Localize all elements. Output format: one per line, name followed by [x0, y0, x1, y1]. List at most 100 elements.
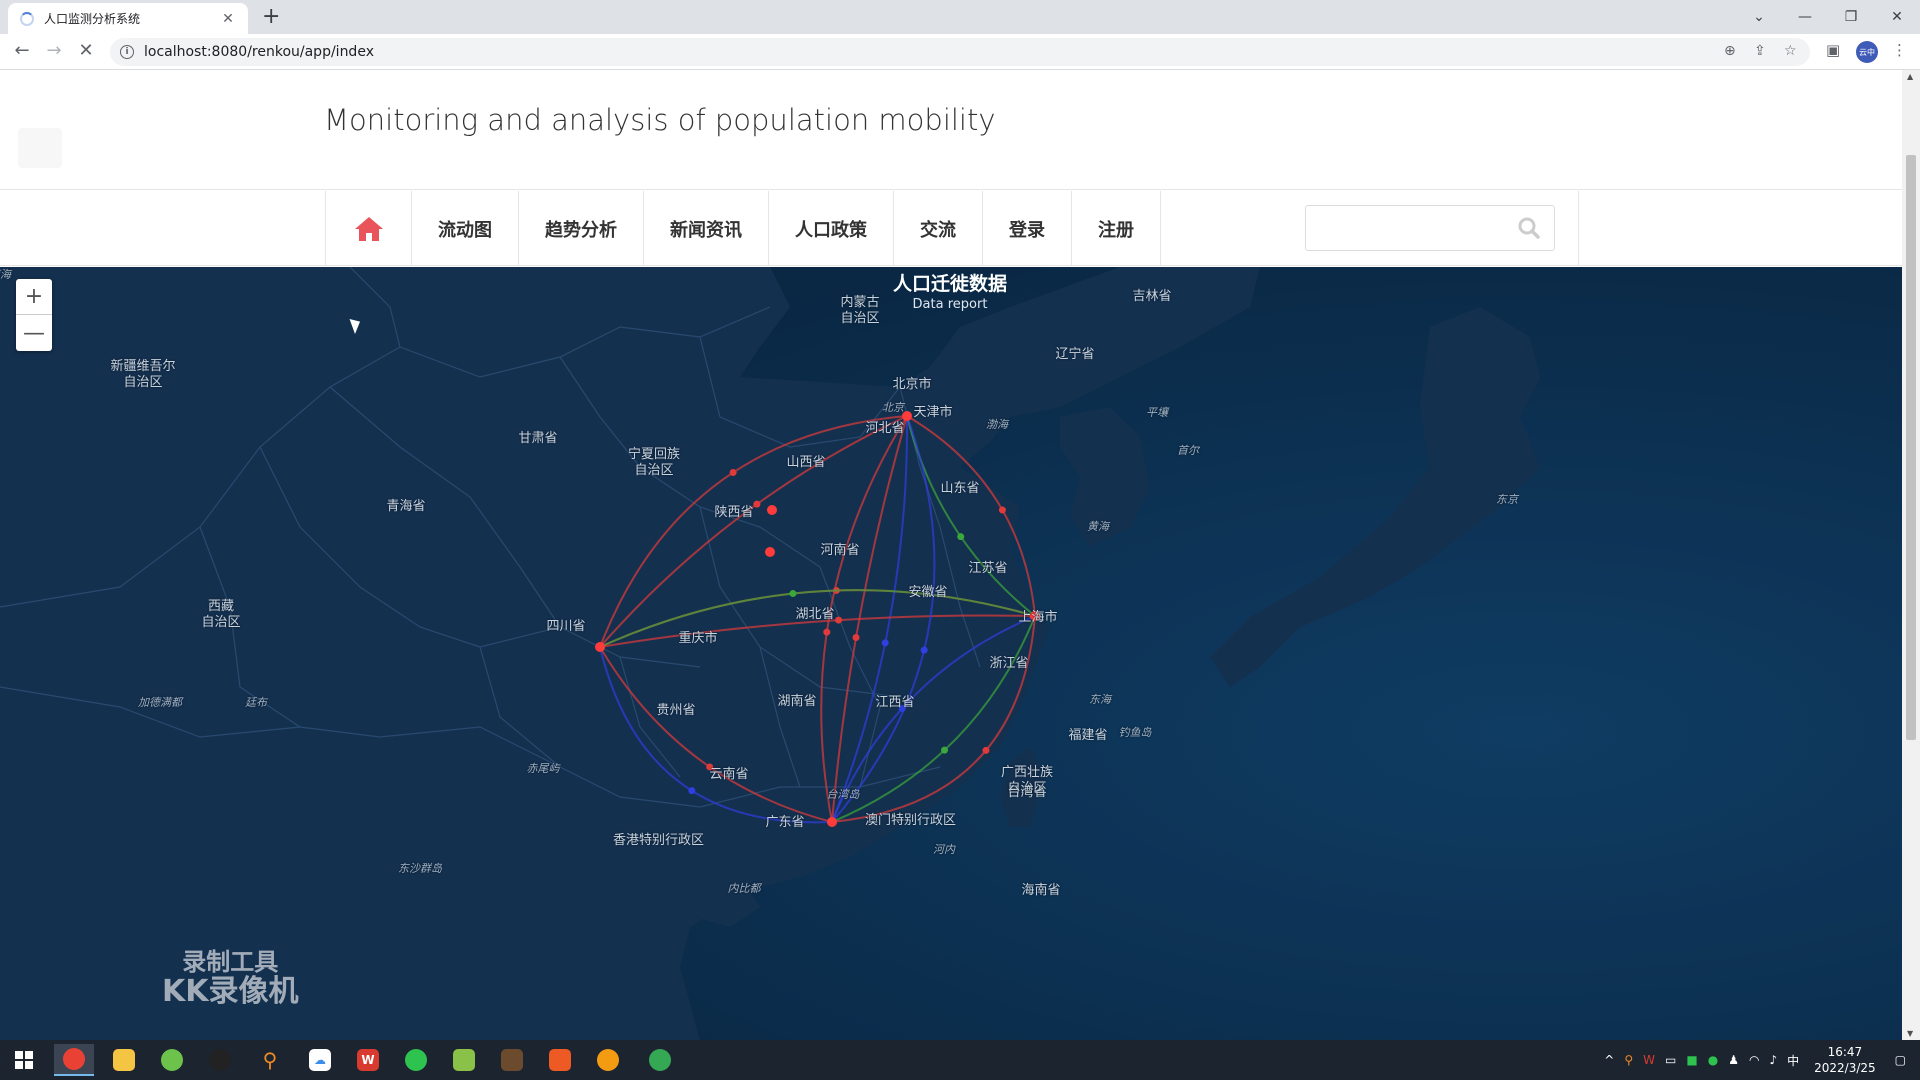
profile-avatar[interactable]: 云中 — [1856, 41, 1878, 63]
nav-population-policy[interactable]: 人口政策 — [769, 191, 894, 266]
browser-menu-icon[interactable]: ⋮ — [1892, 41, 1907, 59]
migration-map[interactable]: + — 人口迁徙数据 Data report 内蒙古 自治区 吉林省 新疆维吾尔 自… — [0, 267, 1902, 1040]
scroll-up-icon[interactable]: ▲ — [1907, 72, 1913, 81]
nav-flow-map[interactable]: 流动图 — [412, 191, 519, 266]
notification-icon[interactable]: ▢ — [1895, 1053, 1906, 1067]
scroll-down-icon[interactable]: ▼ — [1907, 1029, 1913, 1038]
site-info-icon[interactable]: i — [120, 45, 134, 59]
taskbar-game[interactable] — [492, 1044, 532, 1076]
recorder-icon — [597, 1049, 619, 1071]
address-bar[interactable]: i localhost:8080/renkou/app/index ⊕ ⇪ ☆ — [110, 38, 1810, 66]
chrome-icon — [63, 1048, 85, 1070]
browser-tab-bar: 人口监测分析系统 ✕ + ⌄ — ❐ ✕ — [0, 0, 1920, 34]
taskbar-explorer[interactable] — [104, 1044, 144, 1076]
map-label: 河南省 — [820, 543, 860, 558]
taskbar-chrome[interactable] — [54, 1044, 94, 1076]
loading-spinner-icon — [20, 11, 34, 26]
map-label: 河北省 — [865, 421, 905, 436]
zoom-in-button[interactable]: + — [16, 279, 52, 315]
tab-search-icon[interactable]: ⌄ — [1736, 0, 1782, 34]
clock-time: 16:47 — [1827, 1045, 1863, 1059]
qq-penguin-icon — [209, 1049, 231, 1071]
tray-green-icon[interactable]: ■ — [1686, 1053, 1697, 1067]
taskbar-media[interactable] — [540, 1044, 580, 1076]
ime-indicator[interactable]: 中 — [1787, 1052, 1799, 1069]
start-button[interactable] — [4, 1044, 44, 1076]
zoom-icon[interactable]: ⊕ — [1724, 43, 1736, 59]
stop-loading-icon[interactable]: ✕ — [74, 40, 98, 61]
taskbar-notepad[interactable] — [444, 1044, 484, 1076]
map-label: 山东省 — [940, 481, 980, 496]
side-panel-icon[interactable]: ▣ — [1826, 41, 1840, 59]
map-label: 湖北省 — [795, 607, 835, 622]
map-label: 陕西省 — [714, 505, 754, 520]
flow-arrow-marker — [789, 590, 797, 598]
site-logo[interactable] — [18, 128, 62, 168]
tray-volume-icon[interactable]: ♪ — [1769, 1053, 1777, 1067]
taskbar-baidu-netdisk[interactable]: ☁ — [300, 1044, 340, 1076]
back-arrow-icon[interactable]: ← — [10, 40, 34, 61]
map-label: 吉林省 — [1132, 289, 1172, 304]
tray-wps-icon[interactable]: W — [1643, 1053, 1655, 1067]
map-label: 云南省 — [709, 767, 749, 782]
game-icon — [501, 1049, 523, 1071]
tray-wifi-icon[interactable]: ◠ — [1749, 1053, 1759, 1067]
nav-home[interactable] — [326, 191, 412, 266]
bookmark-star-icon[interactable]: ☆ — [1784, 43, 1797, 59]
map-label: 内比都 — [727, 882, 761, 895]
address-url[interactable]: localhost:8080/renkou/app/index — [144, 44, 374, 60]
map-label: 南海 — [0, 268, 11, 281]
nav-login[interactable]: 登录 — [983, 191, 1072, 266]
search-input[interactable] — [1306, 206, 1506, 250]
tray-wechat-icon[interactable]: ● — [1708, 1053, 1718, 1067]
taskbar-clock[interactable]: 16:47 2022/3/25 — [1814, 1044, 1876, 1076]
nav-communication[interactable]: 交流 — [894, 191, 983, 266]
nav-register[interactable]: 注册 — [1072, 191, 1161, 266]
taskbar-recorder[interactable] — [588, 1044, 628, 1076]
map-label: 广东省 — [765, 815, 805, 830]
taskbar-chrome-2[interactable] — [640, 1044, 680, 1076]
clock-date: 2022/3/25 — [1814, 1061, 1876, 1075]
tab-close-icon[interactable]: ✕ — [220, 11, 236, 27]
restore-button[interactable]: ❐ — [1828, 0, 1874, 34]
flow-arrow-marker — [823, 628, 831, 636]
map-label: 内蒙古 自治区 — [840, 295, 880, 326]
windows-logo-icon — [15, 1051, 33, 1069]
map-label: 辽宁省 — [1055, 347, 1095, 362]
map-label: 渤海 — [986, 418, 1008, 431]
forward-arrow-icon[interactable]: → — [42, 40, 66, 61]
tray-qq-icon[interactable]: ♟ — [1728, 1053, 1739, 1067]
taskbar-search-app[interactable]: ⚲ — [250, 1044, 290, 1076]
search-icon[interactable] — [1518, 217, 1540, 239]
taskbar-qq[interactable] — [200, 1044, 240, 1076]
tray-expand-icon[interactable]: ^ — [1604, 1053, 1614, 1067]
close-window-button[interactable]: ✕ — [1874, 0, 1920, 34]
map-label: 北京市 — [892, 377, 932, 392]
share-icon[interactable]: ⇪ — [1754, 43, 1766, 59]
site-header: Monitoring and analysis of population mo… — [0, 70, 1902, 190]
flow-arrow-marker — [998, 506, 1006, 514]
tray-device-icon[interactable]: ▭ — [1665, 1053, 1676, 1067]
minimize-button[interactable]: — — [1782, 0, 1828, 34]
map-label: 山西省 — [786, 455, 826, 470]
map-label: 四川省 — [546, 619, 586, 634]
taskbar-wps[interactable]: W — [348, 1044, 388, 1076]
map-label: 西藏 自治区 — [201, 599, 241, 630]
folder-icon — [113, 1049, 135, 1071]
map-label: 浙江省 — [989, 656, 1029, 671]
flow-arrow-marker — [881, 639, 889, 647]
browser-tab[interactable]: 人口监测分析系统 ✕ — [8, 3, 248, 34]
zoom-out-button[interactable]: — — [16, 315, 52, 351]
web-page: Monitoring and analysis of population mo… — [0, 70, 1902, 1040]
taskbar-wechat[interactable] — [396, 1044, 436, 1076]
nav-news[interactable]: 新闻资讯 — [644, 191, 769, 266]
new-tab-button[interactable]: + — [262, 4, 280, 29]
scrollbar-thumb[interactable] — [1906, 155, 1916, 740]
nav-divider — [1578, 191, 1579, 266]
taskbar-app-green[interactable] — [152, 1044, 192, 1076]
page-scrollbar[interactable]: ▲ ▼ — [1902, 70, 1920, 1040]
nav-trend-analysis[interactable]: 趋势分析 — [519, 191, 644, 266]
app-green-icon — [161, 1049, 183, 1071]
tray-search-icon[interactable]: ⚲ — [1624, 1053, 1633, 1067]
watermark-line-1: 录制工具 — [182, 948, 279, 976]
